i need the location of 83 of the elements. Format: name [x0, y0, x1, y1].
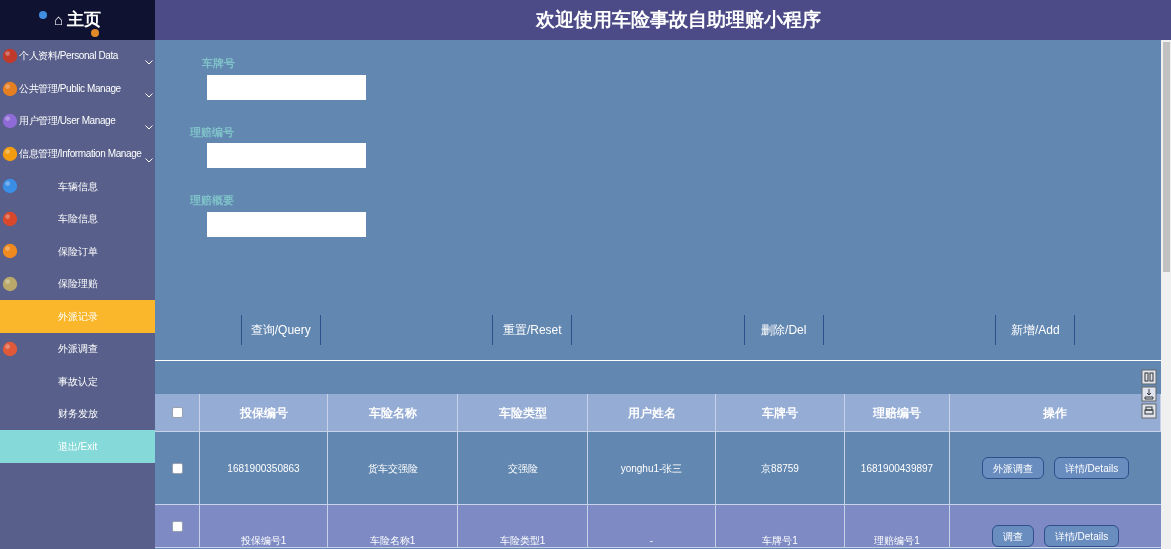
menu-label: 保险理赔 — [57, 277, 98, 292]
menu-label: 外派调查 — [57, 342, 98, 357]
planet-icon — [38, 10, 48, 20]
sidebar-item[interactable]: 用户管理/User Manage — [0, 105, 155, 138]
planet-icon — [2, 80, 18, 97]
checkbox[interactable] — [171, 462, 183, 474]
menu-label: 用户管理/User Manage — [19, 115, 116, 128]
table-cell-text: - — [649, 533, 654, 548]
row-action-button[interactable]: 详情/Details — [1053, 457, 1130, 479]
table-cell-text: 车牌号1 — [762, 533, 798, 548]
table-cell-text: 货车交强险 — [367, 461, 418, 476]
column-header[interactable]: 车牌号 — [762, 403, 798, 422]
row-action-button[interactable]: 调查 — [991, 525, 1034, 547]
action-button[interactable]: 新增/Add — [995, 315, 1076, 345]
export-icon[interactable] — [1141, 386, 1157, 402]
menu-label: 保险订单 — [57, 244, 98, 259]
sidebar-item[interactable]: 保险订单 — [0, 235, 155, 268]
column-header[interactable]: 车险类型 — [498, 403, 547, 422]
row-action-button[interactable]: 外派调查 — [981, 457, 1044, 479]
column-header[interactable]: 理赔编号 — [873, 403, 921, 422]
planet-icon — [2, 210, 18, 227]
scrollbar[interactable] — [1161, 40, 1171, 549]
sidebar-item[interactable]: 保险理赔 — [0, 267, 155, 300]
planet-icon — [2, 243, 18, 259]
menu-label: 事故认定 — [57, 374, 98, 389]
planet-icon — [90, 28, 100, 38]
input-field[interactable] — [207, 143, 366, 168]
table-cell-text: 1681900439897 — [860, 461, 934, 476]
column-header[interactable]: 操作 — [1043, 403, 1067, 422]
sidebar-item[interactable]: 公共管理/Public Manage — [0, 72, 155, 105]
menu-label: 个人资料/Personal Data — [19, 50, 118, 63]
table-cell-text: 1681900350863 — [227, 461, 300, 476]
planet-icon — [2, 340, 18, 357]
sidebar-item[interactable]: 车辆信息 — [0, 170, 155, 203]
menu-label: 信息管理/Information Manage — [19, 147, 142, 160]
menu-label: 退出/Exit — [57, 439, 98, 454]
input-field[interactable] — [207, 211, 366, 237]
table-cell-text: 交强险 — [507, 461, 538, 476]
field-label: 理赔概要 — [190, 193, 235, 208]
home-icon: ⌂ — [53, 8, 64, 32]
menu-label: 车险信息 — [57, 212, 98, 227]
checkbox[interactable] — [171, 407, 183, 418]
field-label: 理赔编号 — [190, 124, 235, 140]
table-cell-text: 京88759 — [761, 461, 799, 476]
action-button[interactable]: 删除/Del — [743, 315, 824, 345]
planet-icon — [2, 275, 18, 292]
home-banner[interactable]: ⌂ 主页 — [0, 0, 155, 40]
menu-label: 外派记录 — [57, 309, 98, 324]
chevron-down-icon — [145, 125, 153, 130]
planet-icon — [2, 113, 18, 129]
sidebar-item[interactable]: 个人资料/Personal Data — [0, 40, 155, 73]
chevron-down-icon — [145, 60, 153, 65]
planet-icon — [2, 178, 18, 194]
table-cell-text: 理赔编号1 — [874, 533, 920, 548]
planet-icon — [2, 145, 18, 162]
table-cell-text: yonghu1-张三 — [620, 461, 683, 476]
chevron-down-icon — [145, 157, 153, 163]
chevron-down-icon — [145, 92, 153, 98]
sidebar-item[interactable]: 信息管理/Information Manage — [0, 137, 155, 170]
columns-icon[interactable] — [1141, 369, 1157, 385]
table-cell-text: 车险名称1 — [369, 533, 416, 548]
sidebar-item[interactable]: 车险信息 — [0, 202, 155, 235]
row-action-button[interactable]: 详情/Details — [1043, 525, 1120, 547]
home-label: 主页 — [67, 9, 102, 32]
print-icon[interactable] — [1141, 403, 1157, 419]
input-field[interactable] — [207, 74, 366, 100]
sidebar-item[interactable]: 外派调查 — [0, 332, 155, 365]
sidebar-item[interactable]: 财务发放 — [0, 397, 155, 430]
column-header[interactable]: 用户姓名 — [627, 403, 676, 422]
menu-label: 车辆信息 — [57, 179, 98, 194]
checkbox[interactable] — [171, 520, 183, 532]
table-cell-text: 投保编号1 — [240, 533, 287, 548]
field-label: 车牌号 — [201, 56, 236, 71]
column-header[interactable]: 车险名称 — [368, 403, 417, 422]
menu-label: 公共管理/Public Manage — [19, 82, 121, 95]
page-title: 欢迎使用车险事故自助理赔小程序 — [535, 7, 821, 32]
planet-icon — [2, 48, 18, 64]
menu-label: 财务发放 — [57, 407, 98, 422]
sidebar-item[interactable]: 事故认定 — [0, 365, 155, 398]
action-button[interactable]: 查询/Query — [240, 315, 321, 345]
table-cell-text: 车险类型1 — [499, 533, 546, 548]
action-button[interactable]: 重置/Reset — [492, 315, 573, 345]
column-header[interactable]: 投保编号 — [239, 403, 288, 422]
